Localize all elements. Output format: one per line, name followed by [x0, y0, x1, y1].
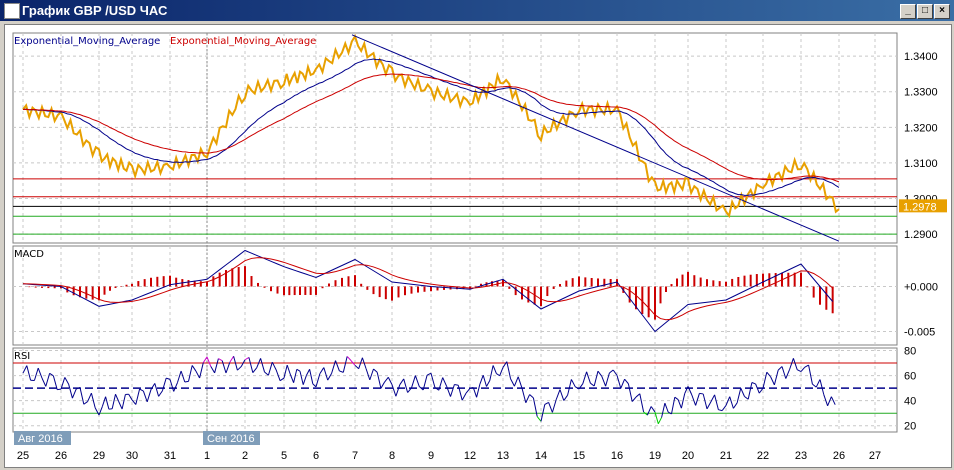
panel-1 [12, 245, 898, 346]
x-tick-label: 25 [17, 450, 29, 462]
rsi-tick-label: 80 [904, 346, 916, 358]
rsi-tick-label: 40 [904, 396, 916, 408]
x-tick-label: 16 [611, 450, 623, 462]
x-tick-label: 21 [720, 450, 732, 462]
chart-svg[interactable]: 25 26 29 30 31 1 2 5 6 7 8 9 12 13 14 15 16 19 20 21 22 23 26 2… [0, 0, 954, 470]
x-tick-label: 14 [535, 450, 547, 462]
price-tick-label: 1.3300 [904, 87, 938, 99]
x-tick-label: 15 [573, 450, 585, 462]
x-tick-label: 19 [649, 450, 661, 462]
x-tick-label: 5 [281, 450, 287, 462]
x-tick-label: 30 [126, 450, 138, 462]
x-tick-label: 8 [389, 450, 395, 462]
panel-0 [12, 32, 898, 244]
x-tick-label: 13 [497, 450, 509, 462]
x-tick-label: 23 [795, 450, 807, 462]
price-tick-label: 1.2900 [904, 229, 938, 241]
month-label: Авг 2016 [18, 433, 63, 445]
x-tick-label: 26 [833, 450, 845, 462]
x-tick-label: 12 [464, 450, 476, 462]
x-tick-label: 26 [55, 450, 67, 462]
rsi-tick-label: 60 [904, 371, 916, 383]
rsi-line-segment [184, 380, 189, 383]
rsi-title: RSI [14, 351, 30, 362]
x-tick-label: 29 [93, 450, 105, 462]
x-tick-label: 22 [757, 450, 769, 462]
price-tick-label: 1.3100 [904, 158, 938, 170]
price-tick-label: 1.3200 [904, 122, 938, 134]
month-label: Сен 2016 [207, 433, 255, 445]
x-tick-label: 31 [164, 450, 176, 462]
x-tick-label: 2 [242, 450, 248, 462]
x-tick-label: 7 [352, 450, 358, 462]
x-tick-label: 27 [869, 450, 881, 462]
ema1-legend: Exponential_Moving_Average [14, 36, 160, 47]
ema2-legend: Exponential_Moving_Average [170, 36, 316, 47]
macd-title: MACD [14, 249, 44, 260]
panel-2 [12, 347, 898, 433]
rsi-tick-label: 20 [904, 421, 916, 433]
macd-tick-label: +0.000 [904, 282, 938, 294]
x-tick-label: 20 [682, 450, 694, 462]
current-price-label: 1.2978 [903, 201, 937, 213]
macd-tick-label: -0.005 [904, 327, 935, 339]
x-tick-label: 1 [204, 450, 210, 462]
rsi-line-segment [699, 392, 704, 395]
price-tick-label: 1.3400 [904, 51, 938, 63]
x-tick-label: 6 [313, 450, 319, 462]
x-tick-label: 9 [428, 450, 434, 462]
